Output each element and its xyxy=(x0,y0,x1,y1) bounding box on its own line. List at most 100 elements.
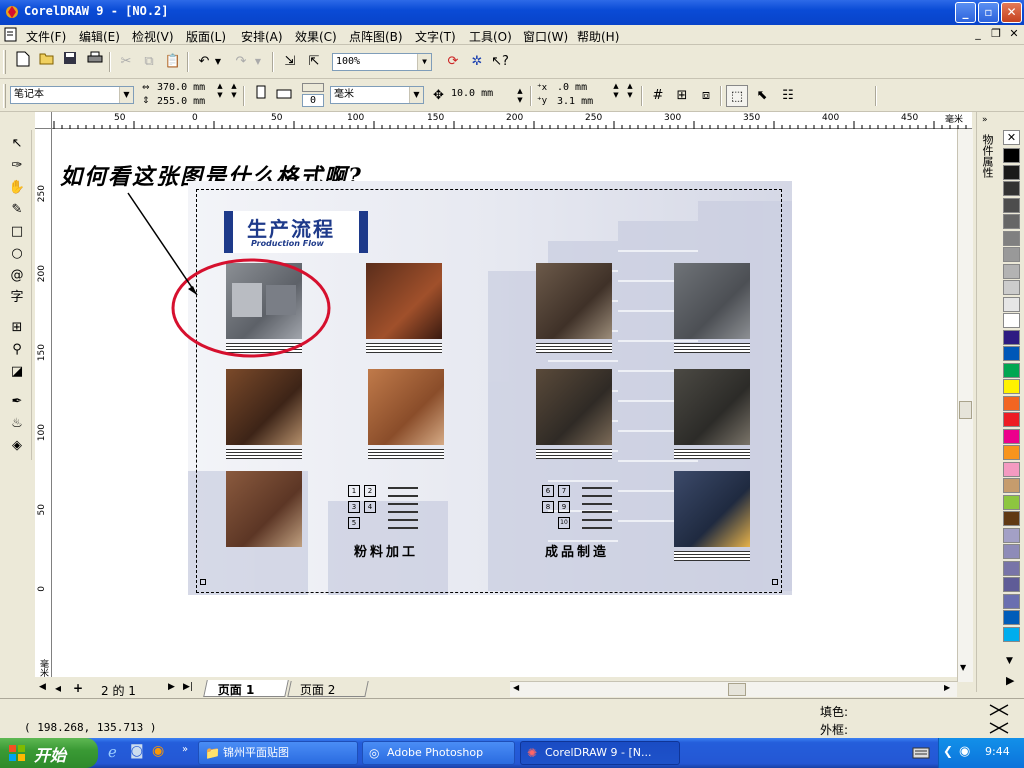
menu-window[interactable]: 窗口(W) xyxy=(523,28,568,45)
quick-launch-more-icon[interactable]: » xyxy=(182,744,188,755)
fill-tool-icon[interactable]: ♨ xyxy=(6,414,28,434)
paste-icon[interactable]: 📋 xyxy=(162,51,184,73)
palette-scroll-icon[interactable]: ▼ xyxy=(1006,656,1013,666)
next-page-icon[interactable]: ▶ xyxy=(168,682,175,692)
color-swatch[interactable] xyxy=(1003,494,1020,510)
menu-edit[interactable]: 编辑(E) xyxy=(79,28,120,45)
snap-to-guidelines-icon[interactable]: ⊞ xyxy=(671,85,693,107)
factory-photo[interactable] xyxy=(368,369,444,445)
color-swatch[interactable] xyxy=(1003,346,1020,361)
factory-photo[interactable] xyxy=(226,471,302,547)
menu-tools[interactable]: 工具(O) xyxy=(469,28,512,45)
color-swatch[interactable] xyxy=(1003,214,1020,229)
undo-dropdown-icon[interactable]: ▼ xyxy=(212,51,224,73)
drawing-canvas[interactable]: 如何看这张图是什么格式啊? 生产流程 Production Flow 1 2 3… xyxy=(52,129,957,677)
duplicate-x-field[interactable]: .0 mm xyxy=(554,82,612,95)
fill-none-icon[interactable] xyxy=(988,703,1010,717)
color-swatch[interactable] xyxy=(1003,544,1020,559)
color-swatch[interactable] xyxy=(1003,230,1020,246)
duplicate-x-spinner[interactable]: ▲ ▼ xyxy=(611,82,621,100)
shape-tool-icon[interactable]: ✑ xyxy=(6,156,28,176)
menu-text[interactable]: 文字(T) xyxy=(415,28,456,45)
paper-width-field[interactable]: 370.0 mm xyxy=(154,82,214,95)
duplicate-y-spinner[interactable]: ▲ ▼ xyxy=(625,82,635,100)
new-document-icon[interactable] xyxy=(12,51,34,73)
vertical-ruler[interactable]: 250 200 150 100 50 0 毫米 xyxy=(35,129,52,677)
options-icon[interactable]: ☷ xyxy=(777,85,799,107)
color-swatch[interactable] xyxy=(1003,296,1020,312)
taskbar-item-folder[interactable]: 📁 锦州平面贴图 xyxy=(198,741,358,765)
outline-tool-icon[interactable]: ✒ xyxy=(6,392,28,412)
menu-arrange[interactable]: 安排(A) xyxy=(241,28,283,45)
color-swatch[interactable] xyxy=(1003,379,1020,394)
color-swatch[interactable] xyxy=(1003,362,1020,378)
copy-icon[interactable]: ⧉ xyxy=(138,51,160,73)
object-properties-docker-tab[interactable]: » 物件属性 xyxy=(976,112,998,692)
snap-to-grid-icon[interactable]: # xyxy=(647,85,669,107)
corel-online-icon[interactable]: ✲ xyxy=(466,51,488,73)
color-swatch[interactable] xyxy=(1003,313,1020,328)
print-icon[interactable] xyxy=(84,51,106,73)
color-swatch[interactable] xyxy=(1003,148,1020,163)
nudge-spinner[interactable]: ▲ ▼ xyxy=(515,87,525,105)
ie-icon[interactable]: ℯ xyxy=(108,743,117,761)
chevron-down-icon[interactable]: ▼ xyxy=(409,87,423,103)
nudge-distance-field[interactable]: 10.0 mm xyxy=(448,86,512,104)
whats-this-icon[interactable]: ↖? xyxy=(489,51,511,73)
keyboard-icon[interactable] xyxy=(912,746,930,760)
menu-file[interactable]: 文件(F) xyxy=(26,28,66,45)
menu-layout[interactable]: 版面(L) xyxy=(186,28,226,45)
text-tool-icon[interactable]: 字 xyxy=(6,288,28,308)
previous-page-icon[interactable]: ◂ xyxy=(55,681,61,695)
vertical-scrollbar[interactable]: ▼ xyxy=(957,129,973,682)
paper-type-combo[interactable]: 笔记本 ▼ xyxy=(10,86,134,104)
media-player-icon[interactable]: ◉ xyxy=(152,743,164,759)
redo-dropdown-icon[interactable]: ▼ xyxy=(252,51,264,73)
color-swatch[interactable] xyxy=(1003,478,1020,493)
rectangle-tool-icon[interactable]: □ xyxy=(6,222,28,242)
color-swatch[interactable] xyxy=(1003,445,1020,460)
redo-icon[interactable]: ↷ xyxy=(230,51,252,73)
tab-page-1[interactable]: 页面 1 xyxy=(203,680,289,697)
palette-expand-icon[interactable]: ▶ xyxy=(1006,674,1014,687)
paper-height-field[interactable]: 255.0 mm xyxy=(154,96,214,109)
color-swatch[interactable] xyxy=(1003,197,1020,213)
interactive-blend-tool-icon[interactable]: ⊞ xyxy=(6,318,28,338)
add-page-icon[interactable]: + xyxy=(73,681,83,695)
snap-to-objects-icon[interactable]: ⧈ xyxy=(695,85,717,107)
portrait-icon[interactable] xyxy=(250,85,272,107)
color-swatch[interactable] xyxy=(1003,329,1020,345)
cut-icon[interactable]: ✂ xyxy=(115,51,137,73)
treat-as-filled-icon[interactable]: ⬚ xyxy=(726,85,748,107)
color-swatch[interactable] xyxy=(1003,626,1020,642)
factory-photo[interactable] xyxy=(366,263,442,339)
color-swatch[interactable] xyxy=(1003,395,1020,411)
docker-arrow-icon[interactable]: » xyxy=(982,115,988,125)
page-count-field[interactable]: 0 xyxy=(302,94,324,107)
factory-photo[interactable] xyxy=(226,263,302,339)
color-swatch[interactable] xyxy=(1003,164,1020,180)
landscape-icon[interactable] xyxy=(273,85,295,107)
toolbar-grip[interactable] xyxy=(3,50,6,74)
tray-expand-icon[interactable]: ❮ xyxy=(943,744,953,758)
chevron-down-icon[interactable]: ▼ xyxy=(417,54,431,70)
factory-photo[interactable] xyxy=(536,369,612,445)
width-spinner[interactable]: ▲ ▼ xyxy=(215,82,225,100)
scroll-down-icon[interactable]: ▼ xyxy=(960,663,966,672)
outline-none-icon[interactable] xyxy=(988,721,1010,735)
color-swatch[interactable] xyxy=(1003,247,1020,262)
first-page-icon[interactable]: ◀ xyxy=(39,682,46,692)
tab-page-2[interactable]: 页面 2 xyxy=(287,681,369,697)
import-icon[interactable]: ⇲ xyxy=(279,51,301,73)
interactive-fill-tool-icon[interactable]: ◪ xyxy=(6,362,28,382)
menu-bitmaps[interactable]: 点阵图(B) xyxy=(349,28,403,45)
pan-tool-icon[interactable]: ✋ xyxy=(6,178,28,198)
menu-view[interactable]: 检视(V) xyxy=(132,28,174,45)
open-folder-icon[interactable] xyxy=(36,51,58,73)
desktop-icon[interactable]: ◙ xyxy=(130,743,144,759)
close-button[interactable]: ✕ xyxy=(1001,2,1022,23)
width-spinner-alt[interactable]: ▲ ▼ xyxy=(229,82,239,100)
eyedropper-tool-icon[interactable]: ⚲ xyxy=(6,340,28,360)
menu-effects[interactable]: 效果(C) xyxy=(295,28,337,45)
doc-restore-button[interactable]: ❐ xyxy=(988,27,1004,41)
